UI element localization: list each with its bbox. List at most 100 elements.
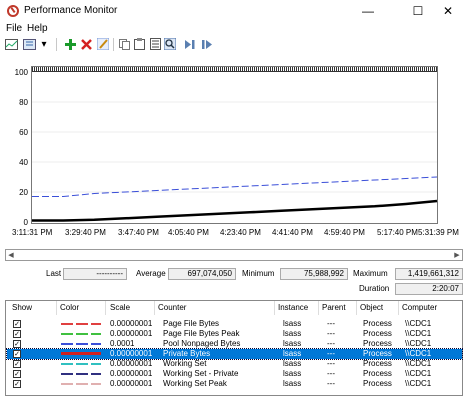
column-header-show[interactable]: Show [12,303,32,312]
instance-cell: lsass [283,369,302,378]
instance-cell: lsass [283,329,302,338]
last-label: Last [46,269,62,278]
column-header-color[interactable]: Color [60,303,79,312]
color-swatch [61,333,101,335]
instance-cell: lsass [283,349,302,358]
column-header-computer[interactable]: Computer [402,303,437,312]
counter-cell: Pool Nonpaged Bytes [163,339,241,348]
show-checkbox[interactable]: ✓ [13,330,21,338]
y-tick-label: 60 [19,128,28,137]
column-divider[interactable] [105,301,106,315]
column-divider[interactable] [56,301,57,315]
y-tick-label: 20 [19,188,28,197]
parent-cell: --- [327,319,335,328]
scroll-right-icon[interactable]: ▶ [452,250,462,260]
counter-cell: Private Bytes [163,349,211,358]
x-tick-label: 5:17:40 PM [377,228,418,237]
color-swatch [61,352,101,355]
show-checkbox[interactable]: ✓ [13,380,21,388]
counter-cell: Page File Bytes Peak [163,329,240,338]
counter-cell: Working Set - Private [163,369,239,378]
line-chart [32,101,438,222]
parent-cell: --- [327,379,335,388]
last-value: ---------- [63,268,127,280]
computer-cell: \\CDC1 [405,359,432,368]
computer-cell: \\CDC1 [405,379,432,388]
x-tick-label: 4:41:40 PM [272,228,313,237]
parent-cell: --- [327,369,335,378]
column-divider[interactable] [274,301,275,315]
object-cell: Process [363,329,392,338]
object-cell: Process [363,349,392,358]
show-checkbox[interactable]: ✓ [13,350,21,358]
scrollbar-thumb[interactable] [18,252,438,258]
counter-list[interactable]: Show Color Scale Counter Instance Parent… [5,300,463,396]
parent-cell: --- [327,359,335,368]
minimum-label: Minimum [242,269,275,278]
show-checkbox[interactable]: ✓ [13,360,21,368]
average-value: 697,074,050 [168,268,236,280]
maximum-label: Maximum [353,269,388,278]
y-tick-label: 40 [19,158,28,167]
object-cell: Process [363,339,392,348]
parent-cell: --- [327,349,335,358]
scale-cell: 0.00000001 [110,329,153,338]
scale-cell: 0.00000001 [110,349,153,358]
scale-cell: 0.0001 [110,339,135,348]
computer-cell: \\CDC1 [405,349,432,358]
table-row[interactable]: ✓ 0.00000001 Private Bytes lsass --- Process \… [6,348,463,360]
parent-cell: --- [327,329,335,338]
average-label: Average [136,269,166,278]
maximum-value: 1,419,661,312 [395,268,463,280]
color-swatch [61,383,101,385]
column-header-object[interactable]: Object [360,303,383,312]
color-swatch [61,323,101,325]
x-tick-label: 3:47:40 PM [118,228,159,237]
table-row[interactable]: ✓ 0.00000001 Page File Bytes Peak lsass --- P… [7,329,462,339]
x-tick-label: 4:05:40 PM [168,228,209,237]
computer-cell: \\CDC1 [405,329,432,338]
show-checkbox[interactable]: ✓ [13,340,21,348]
scale-cell: 0.00000001 [110,359,153,368]
column-divider[interactable] [318,301,319,315]
column-header-instance[interactable]: Instance [278,303,308,312]
time-scrollbar[interactable]: ◀ ▶ [5,249,463,261]
object-cell: Process [363,369,392,378]
column-divider[interactable] [356,301,357,315]
column-header-counter[interactable]: Counter [158,303,186,312]
scale-cell: 0.00000001 [110,379,153,388]
computer-cell: \\CDC1 [405,369,432,378]
duration-value: 2:20:07 [395,283,463,295]
scale-cell: 0.00000001 [110,319,153,328]
color-swatch [61,363,101,365]
x-tick-label: 3:29:40 PM [65,228,106,237]
column-header-parent[interactable]: Parent [322,303,346,312]
x-tick-label: 5:31:39 PM [418,228,459,237]
table-row[interactable]: ✓ 0.0001 Pool Nonpaged Bytes lsass --- Proces… [7,339,462,349]
show-checkbox[interactable]: ✓ [13,320,21,328]
instance-cell: lsass [283,319,302,328]
scroll-left-icon[interactable]: ◀ [6,250,16,260]
minimum-value: 75,988,992 [280,268,348,280]
y-tick-label: 0 [23,218,28,227]
table-row[interactable]: ✓ 0.00000001 Working Set - Private lsass ---… [7,369,462,379]
instance-cell: lsass [283,379,302,388]
column-divider[interactable] [154,301,155,315]
table-row[interactable]: ✓ 0.00000001 Page File Bytes lsass --- Proces… [7,319,462,329]
series-line [32,176,438,197]
show-checkbox[interactable]: ✓ [13,370,21,378]
duration-label: Duration [359,284,390,293]
instance-cell: lsass [283,339,302,348]
table-row[interactable]: ✓ 0.00000001 Working Set lsass --- Process \\C… [7,359,462,369]
object-cell: Process [363,319,392,328]
parent-cell: --- [327,339,335,348]
x-tick-label: 4:23:40 PM [220,228,261,237]
table-row[interactable]: ✓ 0.00000001 Working Set Peak lsass --- Proce… [7,379,462,389]
y-tick-label: 80 [19,98,28,107]
computer-cell: \\CDC1 [405,339,432,348]
object-cell: Process [363,359,392,368]
x-tick-label: 4:59:40 PM [324,228,365,237]
column-header-scale[interactable]: Scale [110,303,130,312]
computer-cell: \\CDC1 [405,319,432,328]
column-divider[interactable] [398,301,399,315]
